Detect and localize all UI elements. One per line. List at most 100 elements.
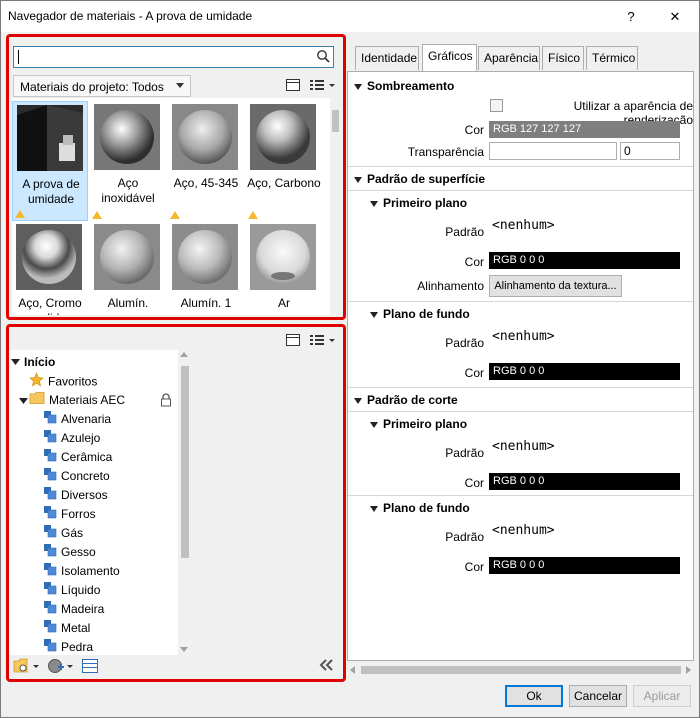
shading-color-swatch[interactable]: RGB 127 127 127 <box>489 121 680 138</box>
ok-button[interactable]: Ok <box>505 685 563 707</box>
collapse-triangle-icon <box>370 421 378 428</box>
tab-graficos[interactable]: Gráficos <box>422 44 477 71</box>
cut-fg-color-swatch[interactable]: RGB 0 0 0 <box>489 473 680 490</box>
tree-item-category[interactable]: Diversos <box>43 486 108 505</box>
tree-item-category[interactable]: Líquido <box>43 581 100 600</box>
tree-item-category[interactable]: Cerâmica <box>43 448 112 467</box>
thumb-item[interactable]: Ar <box>246 221 322 315</box>
section-header-cut-background[interactable]: Plano de fundo <box>370 501 470 515</box>
thumbnails-scrollbar[interactable] <box>330 98 341 315</box>
tree-item-category[interactable]: Azulejo <box>43 429 100 448</box>
scrollbar-thumb[interactable] <box>332 110 339 132</box>
library-breadcrumb[interactable]: Materiais do projeto: Todos <box>13 75 191 97</box>
material-category-icon <box>43 524 57 544</box>
thumb-item[interactable]: Alumín. <box>90 221 166 315</box>
section-header-cut-foreground[interactable]: Primeiro plano <box>370 417 467 431</box>
tab-identidade[interactable]: Identidade <box>355 46 419 70</box>
chevron-down-icon <box>176 83 184 88</box>
surface-fg-pattern-box[interactable]: <nenhum> <box>489 212 680 247</box>
apply-button[interactable]: Aplicar <box>633 685 691 707</box>
section-title: Primeiro plano <box>383 417 468 431</box>
transparency-value-input[interactable]: 0 <box>620 142 680 160</box>
tab-fisico[interactable]: Físico <box>542 46 584 70</box>
properties-hscrollbar[interactable] <box>347 663 694 677</box>
tab-termico[interactable]: Térmico <box>586 46 638 70</box>
tree-item-label: Azulejo <box>61 431 101 446</box>
texture-alignment-button[interactable]: Alinhamento da textura... <box>489 275 622 297</box>
tree-item-category[interactable]: Isolamento <box>43 562 120 581</box>
tree-item-favorites[interactable]: Favoritos <box>29 372 97 391</box>
section-header-shading[interactable]: Sombreamento <box>354 79 454 93</box>
collapse-triangle-icon <box>354 83 362 90</box>
help-button[interactable]: ? <box>617 6 645 28</box>
search-icon[interactable] <box>316 49 330 66</box>
collapse-panel-icon[interactable] <box>318 658 334 675</box>
divider <box>348 495 693 496</box>
tree-root-label: Início <box>24 355 56 369</box>
star-icon <box>29 372 44 393</box>
section-header-cut-pattern[interactable]: Padrão de corte <box>354 393 458 407</box>
view-options-icon[interactable] <box>309 332 337 350</box>
material-swatch-image <box>94 224 160 290</box>
close-button[interactable]: ✕ <box>661 6 689 28</box>
material-category-icon <box>43 448 57 468</box>
section-header-surface-background[interactable]: Plano de fundo <box>370 307 470 321</box>
search-input[interactable] <box>13 46 334 68</box>
collapse-triangle-icon <box>370 505 378 512</box>
thumb-label: Alumín. 1 <box>180 296 232 310</box>
tree-item-label: Metal <box>61 621 91 636</box>
open-library-icon[interactable] <box>13 657 41 678</box>
section-header-surface-pattern[interactable]: Padrão de superfície <box>354 172 485 186</box>
scroll-left-arrow-icon[interactable] <box>350 666 355 674</box>
thumb-item[interactable]: Aço, 45-345 <box>168 101 244 221</box>
tree-item-category[interactable]: Alvenaria <box>43 410 111 429</box>
tree-item-category[interactable]: Pedra <box>43 638 93 655</box>
cancel-button[interactable]: Cancelar <box>569 685 627 707</box>
tree-item-label: Cerâmica <box>61 450 113 465</box>
expand-triangle-icon[interactable] <box>19 392 28 411</box>
thumb-label: A prova de umidade <box>22 177 80 206</box>
thumb-item[interactable]: A prova de umidade <box>12 101 88 221</box>
library-breadcrumb-label: Materiais do projeto: Todos <box>20 80 164 94</box>
tree-item-label: Madeira <box>61 602 105 617</box>
cut-bg-pattern-box[interactable]: <nenhum> <box>489 517 680 552</box>
tree-item-library[interactable]: Materiais AEC <box>19 391 125 410</box>
surface-bg-color-swatch[interactable]: RGB 0 0 0 <box>489 363 680 380</box>
expand-triangle-icon[interactable] <box>11 353 20 372</box>
view-options-icon[interactable] <box>309 77 337 95</box>
tree-item-category[interactable]: Gás <box>43 524 83 543</box>
cut-fg-pattern-box[interactable]: <nenhum> <box>489 433 680 468</box>
thumb-item[interactable]: Aço, Carbono <box>246 101 322 221</box>
thumb-item[interactable]: Aço inoxidável <box>90 101 166 221</box>
scrollbar-thumb[interactable] <box>361 666 681 674</box>
tree-item-category[interactable]: Metal <box>43 619 90 638</box>
tree-item-category[interactable]: Gesso <box>43 543 96 562</box>
material-swatch-image <box>16 224 82 290</box>
tree-item-category[interactable]: Concreto <box>43 467 110 486</box>
tree-item-label: Materiais AEC <box>49 393 126 408</box>
scrollbar-thumb[interactable] <box>181 366 189 558</box>
cut-bg-color-swatch[interactable]: RGB 0 0 0 <box>489 557 680 574</box>
pattern-label: Padrão <box>445 530 484 544</box>
section-header-surface-foreground[interactable]: Primeiro plano <box>370 196 467 210</box>
thumb-item[interactable]: Aço, Cromo polido <box>12 221 88 315</box>
warning-icon <box>15 210 25 218</box>
tree-root[interactable]: Início <box>11 353 55 372</box>
use-render-appearance-checkbox[interactable] <box>490 99 503 112</box>
transparency-slider[interactable] <box>489 142 617 160</box>
tree-item-category[interactable]: Forros <box>43 505 96 524</box>
surface-bg-pattern-box[interactable]: <nenhum> <box>489 323 680 358</box>
thumb-item[interactable]: Alumín. 1 <box>168 221 244 315</box>
scroll-up-arrow-icon[interactable] <box>180 352 188 357</box>
tab-aparencia[interactable]: Aparência <box>478 46 540 70</box>
view-panel-icon[interactable] <box>285 332 303 350</box>
create-material-icon[interactable] <box>47 657 75 678</box>
divider <box>348 166 693 167</box>
scroll-right-arrow-icon[interactable] <box>686 666 691 674</box>
tree-item-category[interactable]: Madeira <box>43 600 104 619</box>
surface-fg-color-swatch[interactable]: RGB 0 0 0 <box>489 252 680 269</box>
material-editor-icon[interactable] <box>81 657 99 678</box>
tree-scrollbar[interactable] <box>178 350 191 655</box>
scroll-down-arrow-icon[interactable] <box>180 647 188 652</box>
view-panel-icon[interactable] <box>285 77 303 95</box>
